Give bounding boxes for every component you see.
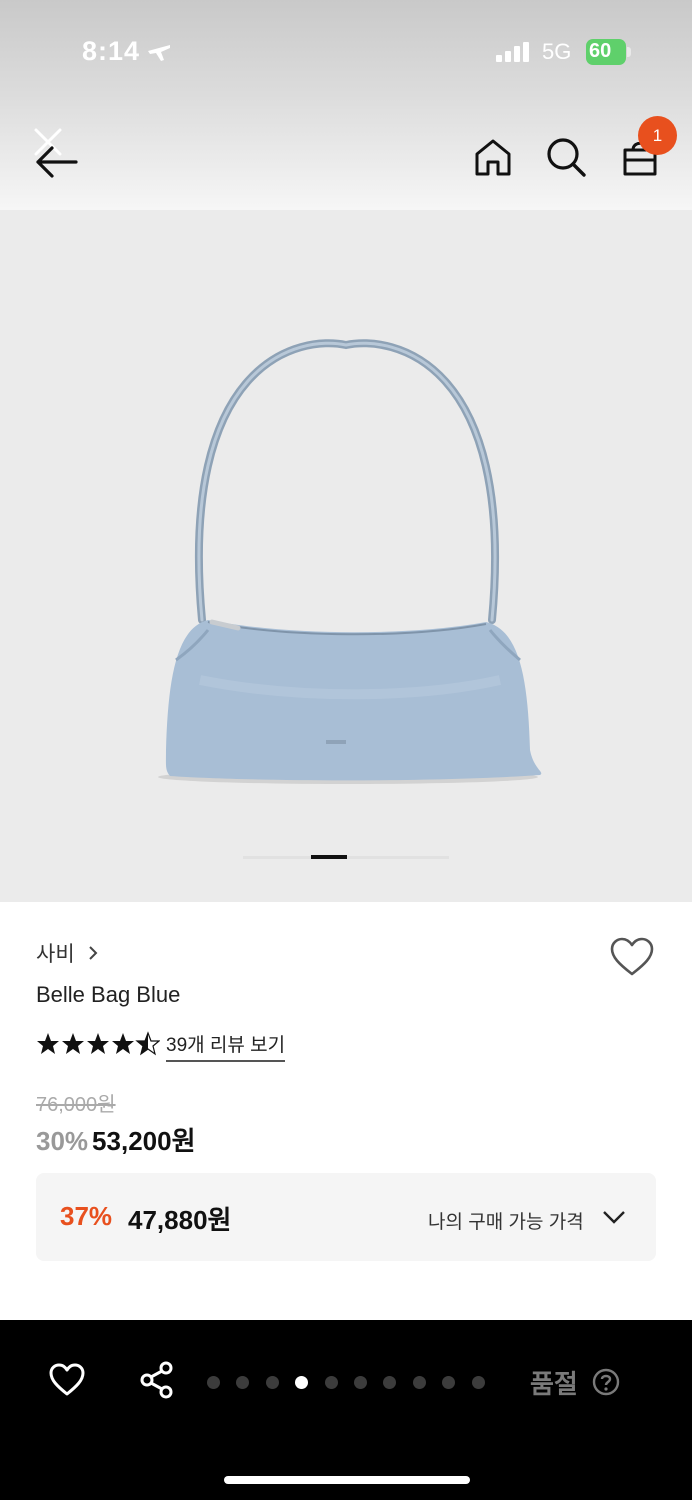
star-icon [87, 1033, 109, 1054]
star-icon [112, 1033, 134, 1054]
discount-percent: 30% [36, 1126, 89, 1156]
brand-link[interactable]: 사비 [36, 938, 75, 968]
chevron-right-icon [89, 946, 98, 960]
page-dot[interactable] [471, 1376, 485, 1389]
home-icon[interactable] [470, 134, 516, 180]
page-dot[interactable] [295, 1376, 309, 1389]
network-type: 5G [542, 39, 572, 64]
status-bar: 8:14 5G 60 [0, 0, 692, 100]
search-icon[interactable] [543, 134, 589, 180]
my-discount-percent: 37% [60, 1201, 113, 1231]
original-price: 76,000원 [36, 1094, 116, 1116]
my-price: 47,880원 [128, 1205, 232, 1235]
page-dot[interactable] [354, 1376, 367, 1389]
cart-count-badge: 1 [638, 116, 677, 155]
star-icon [62, 1033, 84, 1054]
cellular-signal-icon [496, 42, 529, 62]
battery-icon: 60 [586, 39, 634, 65]
product-photo [158, 339, 542, 784]
rating-stars [37, 1032, 160, 1055]
page-dot[interactable] [265, 1376, 279, 1389]
status-time: 8:14 [82, 36, 141, 66]
sale-price-row: 30% 53,200원 [36, 1121, 196, 1158]
bottom-action-bar: 품절 [0, 1320, 692, 1500]
my-price-label: 나의 구매 가능 가격 [428, 1212, 584, 1233]
chevron-down-icon [603, 1211, 625, 1224]
page-dot[interactable] [442, 1376, 456, 1389]
page-dots [207, 1376, 487, 1390]
home-indicator [224, 1476, 470, 1484]
help-question-icon[interactable] [592, 1368, 620, 1396]
review-link[interactable]: 39개 리뷰 보기 [166, 1030, 286, 1062]
product-image-gallery[interactable] [0, 210, 692, 902]
my-price-dropdown[interactable]: 37% 47,880원 나의 구매 가능 가격 [36, 1173, 656, 1261]
page-dot[interactable] [236, 1376, 250, 1389]
page-dot[interactable] [207, 1376, 220, 1389]
top-navigation [0, 110, 692, 206]
sale-price: 53,200원 [92, 1126, 196, 1156]
product-name: Belle Bag Blue [36, 982, 181, 1007]
airplane-icon [148, 45, 170, 61]
heart-icon[interactable] [48, 1362, 86, 1398]
gallery-progress-indicator [243, 855, 449, 859]
battery-level: 60 [589, 40, 612, 62]
wishlist-heart-icon[interactable] [609, 936, 655, 978]
page-dot[interactable] [412, 1376, 426, 1389]
page-dot[interactable] [324, 1376, 338, 1389]
page-dot[interactable] [383, 1376, 397, 1389]
back-arrow-icon[interactable] [28, 124, 84, 180]
share-icon[interactable] [138, 1360, 176, 1400]
star-icon [37, 1033, 59, 1054]
sold-out-label: 품절 [530, 1369, 578, 1399]
